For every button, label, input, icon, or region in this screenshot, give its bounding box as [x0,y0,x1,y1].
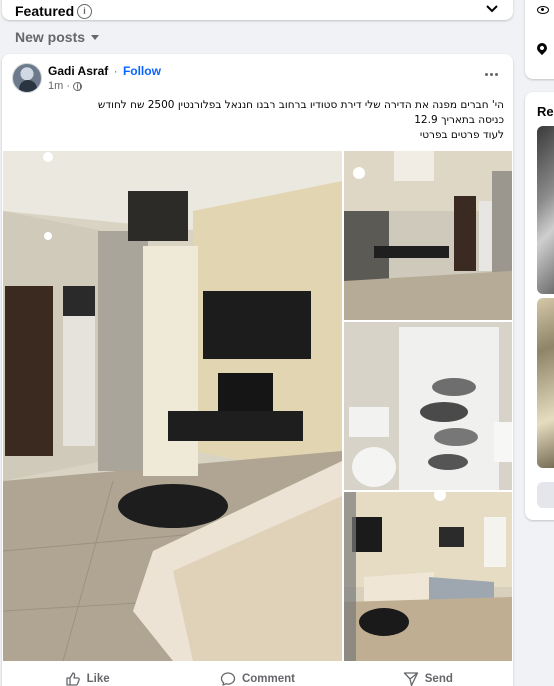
send-icon [403,672,418,686]
post-header: Gadi Asraf · Follow [48,64,161,78]
right-info-card [525,0,554,79]
recommendations-card: Rec [525,92,554,520]
separator: · [113,64,118,78]
globe-icon [73,81,82,91]
post-text-line: הי' חברים מפנה את הדירה שלי דירת סטודיו … [97,99,504,111]
like-button[interactable]: Like [2,667,172,686]
photo-grid [3,151,512,661]
post-meta: 1m · [48,80,82,92]
avatar[interactable] [12,63,42,93]
recommendation-image[interactable] [537,126,554,294]
send-label: Send [424,673,453,685]
recommendation-button[interactable] [537,482,554,508]
feed-sort-selector[interactable]: New posts [15,29,100,45]
post-card: Gadi Asraf · Follow 1m · הי' חברים מפנה … [2,54,513,686]
photo-kitchen[interactable] [344,151,512,320]
comment-button[interactable]: Comment [172,667,342,686]
follow-button[interactable]: Follow [123,64,161,78]
recommendations-title: Rec [537,104,554,119]
chevron-down-icon[interactable] [485,2,499,16]
photo-room-overview[interactable] [344,492,512,661]
comment-icon [220,672,236,686]
caret-down-icon [91,35,100,40]
eye-icon [537,6,549,14]
photo-studio-room[interactable] [3,151,342,661]
featured-card: Featured i [2,0,513,20]
post-actions: Like Comment Send [2,667,513,686]
sort-label: New posts [15,29,86,45]
featured-title: Featured [15,3,75,19]
more-options-button[interactable] [481,66,501,82]
author-name[interactable]: Gadi Asraf [48,64,108,78]
send-button[interactable]: Send [343,667,513,686]
comment-label: Comment [241,673,295,685]
like-label: Like [86,673,110,685]
post-text-line: לעוד פרטים בפרטי [419,129,504,141]
photo-bathroom[interactable] [344,322,512,490]
post-text-line: כניסה בתאריך 12.9 [414,114,504,126]
like-icon [66,672,80,686]
info-icon[interactable]: i [77,4,92,19]
recommendation-image[interactable] [537,298,554,468]
location-pin-icon [534,40,550,56]
post-time[interactable]: 1m · [48,80,70,92]
post-text: הי' חברים מפנה את הדירה שלי דירת סטודיו … [24,98,504,143]
